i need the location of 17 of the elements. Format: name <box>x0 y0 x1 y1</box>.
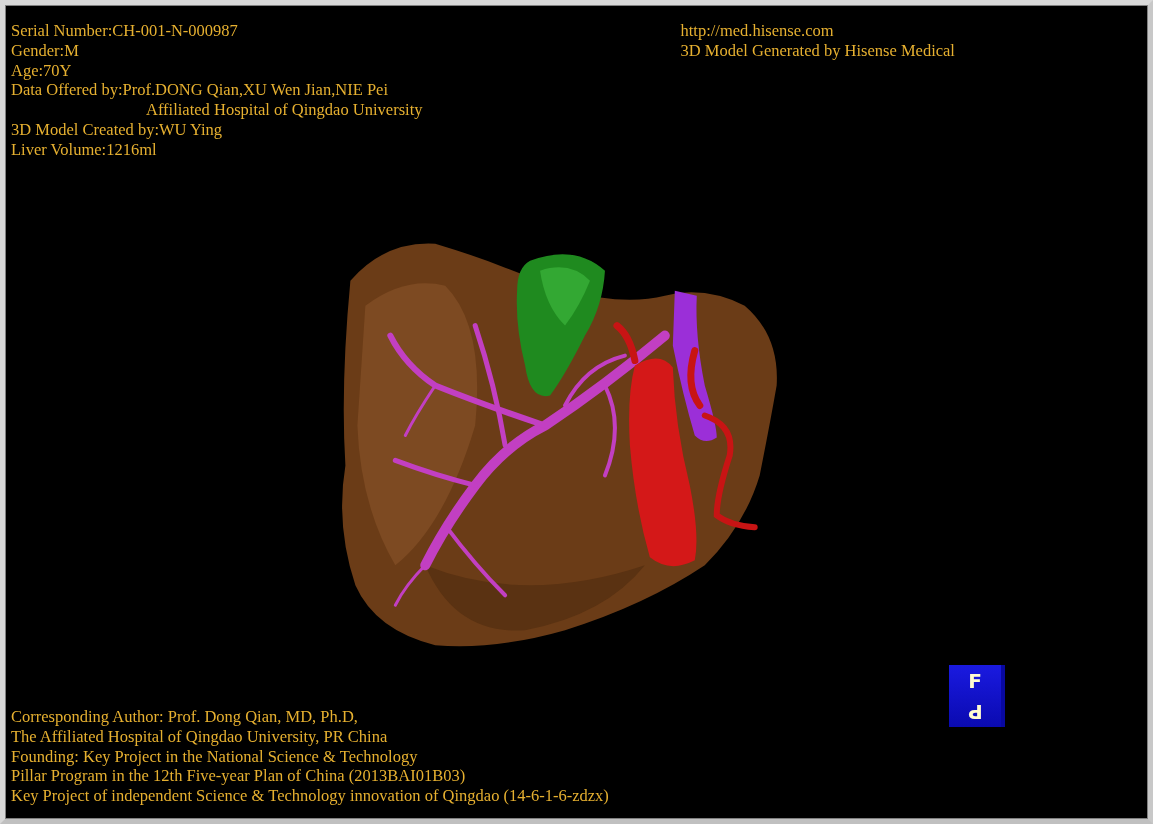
info-text: Key Project of independent Science & Technology innovation of Qingdao (14-6-1-6-zdzx) <box>11 786 609 806</box>
info-text: Founding: Key Project in the National Science & Technology <box>11 746 418 767</box>
info-text: 3D Model Created by:WU Ying <box>11 120 223 140</box>
info-text: 3D Model Generated by Hisense Medical <box>680 40 955 61</box>
info-text: Age:70Y <box>11 60 72 81</box>
cube-face-label: P <box>967 700 983 723</box>
info-text: Corresponding Author: Prof. Dong Qian, MD, Ph.D, <box>11 707 358 727</box>
info-text: Pillar Program in the 12th Five-year Plan of China (2013BAI01B03) <box>11 766 466 787</box>
cube-face-label: F <box>968 669 982 692</box>
info-text: Affiliated Hospital of Qingdao University <box>146 100 423 120</box>
info-text: http://med.hisense.com <box>680 21 834 41</box>
info-text: Liver Volume:1216ml <box>11 139 157 160</box>
orientation-cube[interactable]: F P <box>949 665 1005 727</box>
info-text: Serial Number:CH-001-N-000987 <box>11 21 238 41</box>
info-text: The Affiliated Hospital of Qingdao University, PR China <box>11 726 388 747</box>
info-text: Data Offered by:Prof.DONG Qian,XU Wen Jian,NIE Pei <box>11 80 389 101</box>
info-text: Gender:M <box>11 40 79 61</box>
